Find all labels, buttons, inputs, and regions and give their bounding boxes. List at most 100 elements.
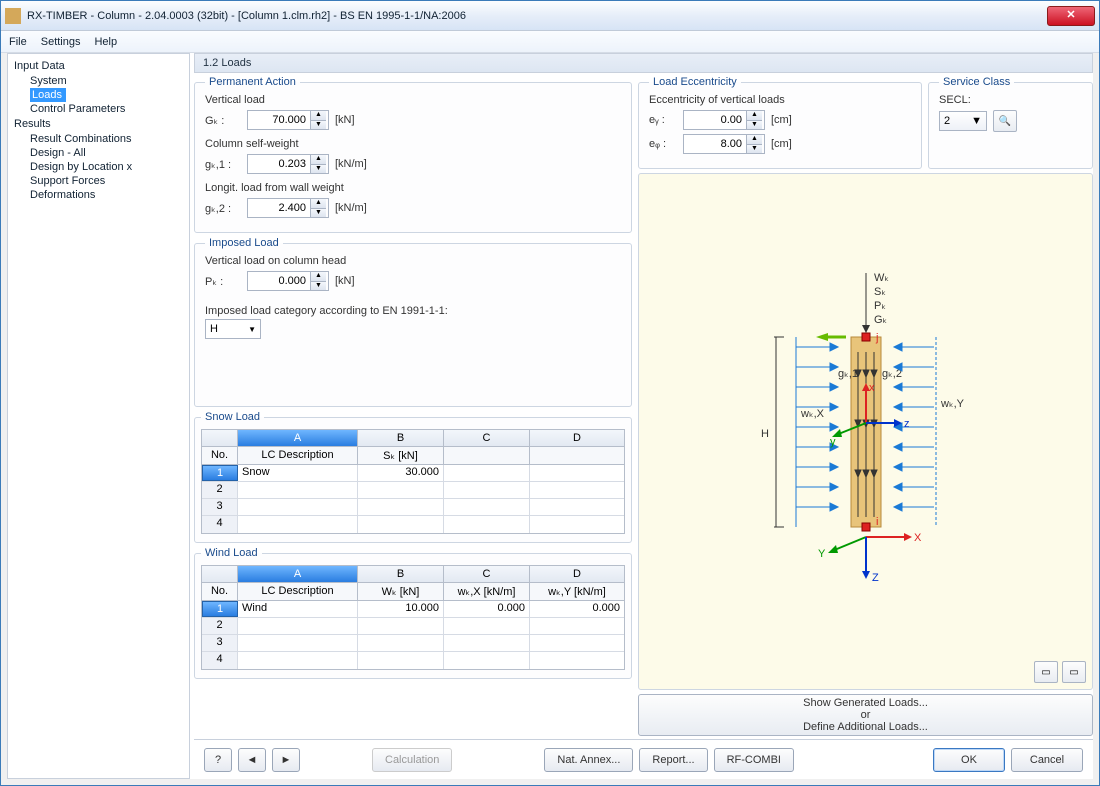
kn-unit2: [kN]: [335, 275, 355, 287]
column-diagram: j i Wₖ Sₖ Pₖ Gₖ: [706, 267, 1026, 597]
ecc-legend: Load Eccentricity: [649, 76, 741, 88]
eccentricity-panel: Load Eccentricity Eccentricity of vertic…: [638, 76, 922, 169]
wind-grid[interactable]: A B C D No. LC Description Wₖ [kN] wₖ,X …: [201, 565, 625, 670]
nav-tree: Input Data System Loads Control Paramete…: [7, 53, 190, 779]
spin-up-icon[interactable]: ▲: [310, 155, 326, 165]
tree-loads[interactable]: Loads: [30, 88, 66, 102]
svc-legend: Service Class: [939, 76, 1014, 88]
ez-input[interactable]: ▲▼: [683, 134, 765, 154]
window-title: RX-TIMBER - Column - 2.04.0003 (32bit) -…: [27, 10, 1047, 22]
diagram-view-button-1[interactable]: ▭: [1034, 661, 1058, 683]
svg-text:j: j: [875, 332, 878, 344]
gk1-label: gₖ,1 :: [205, 158, 241, 171]
gk1-input[interactable]: ▲▼: [247, 154, 329, 174]
spin-down-icon[interactable]: ▼: [310, 165, 326, 174]
generated-loads-button[interactable]: Show Generated Loads... or Define Additi…: [638, 694, 1093, 736]
menu-file[interactable]: File: [9, 36, 27, 48]
gk-input[interactable]: ▲▼: [247, 110, 329, 130]
page-title: 1.2 Loads: [194, 53, 1093, 73]
diagram-panel: j i Wₖ Sₖ Pₖ Gₖ: [638, 173, 1093, 690]
spin-up-icon[interactable]: ▲: [310, 199, 326, 209]
svg-text:Y: Y: [818, 548, 826, 560]
prev-button[interactable]: ◄: [238, 748, 266, 772]
knm-unit: [kN/m]: [335, 158, 367, 170]
svg-text:Z: Z: [872, 572, 879, 584]
svg-text:X: X: [914, 532, 922, 544]
tree-deformations[interactable]: Deformations: [10, 188, 187, 202]
titlebar: RX-TIMBER - Column - 2.04.0003 (32bit) -…: [1, 1, 1099, 31]
col-self-weight-label: Column self-weight: [205, 138, 621, 150]
snow-grid[interactable]: A B C D No. LC Description Sₖ [kN]: [201, 429, 625, 534]
svc-combo[interactable]: 2▼: [939, 111, 987, 131]
tree-results[interactable]: Results: [10, 116, 187, 132]
rf-combi-button[interactable]: RF-COMBI: [714, 748, 794, 772]
pk-label: Pₖ :: [205, 275, 241, 288]
ey-input[interactable]: ▲▼: [683, 110, 765, 130]
spin-down-icon[interactable]: ▼: [310, 282, 326, 291]
snow-legend: Snow Load: [201, 411, 264, 423]
tree-result-combinations[interactable]: Result Combinations: [10, 132, 187, 146]
service-class-panel: Service Class SECL: 2▼ 🔍: [928, 76, 1093, 169]
next-button[interactable]: ►: [272, 748, 300, 772]
nat-annex-button[interactable]: Nat. Annex...: [544, 748, 633, 772]
calculation-button[interactable]: Calculation: [372, 748, 452, 772]
ok-button[interactable]: OK: [933, 748, 1005, 772]
pk-input[interactable]: ▲▼: [247, 271, 329, 291]
wind-legend: Wind Load: [201, 547, 262, 559]
ey-label: eᵧ :: [649, 114, 677, 126]
diagram-view-button-2[interactable]: ▭: [1062, 661, 1086, 683]
app-icon: [5, 8, 21, 24]
spin-up-icon[interactable]: ▲: [310, 111, 326, 121]
tree-design-x[interactable]: Design by Location x: [10, 160, 187, 174]
tree-control-parameters[interactable]: Control Parameters: [10, 102, 187, 116]
kn-unit: [kN]: [335, 114, 355, 126]
menubar: File Settings Help: [1, 31, 1099, 53]
knm-unit2: [kN/m]: [335, 202, 367, 214]
gk2-input[interactable]: ▲▼: [247, 198, 329, 218]
svg-text:wₖ,X: wₖ,X: [800, 408, 825, 420]
close-button[interactable]: ✕: [1047, 6, 1095, 26]
spin-up-icon[interactable]: ▲: [310, 272, 326, 282]
svg-text:Pₖ: Pₖ: [874, 300, 886, 312]
spin-down-icon[interactable]: ▼: [310, 121, 326, 130]
tree-support-forces[interactable]: Support Forces: [10, 174, 187, 188]
gk2-label: gₖ,2 :: [205, 202, 241, 215]
spin-down-icon[interactable]: ▼: [746, 145, 762, 154]
imposed-legend: Imposed Load: [205, 237, 283, 249]
chevron-down-icon: ▼: [248, 325, 256, 334]
spin-up-icon[interactable]: ▲: [746, 111, 762, 121]
spin-down-icon[interactable]: ▼: [746, 121, 762, 130]
svg-text:x: x: [869, 382, 875, 394]
vertical-head-label: Vertical load on column head: [205, 255, 621, 267]
cancel-button[interactable]: Cancel: [1011, 748, 1083, 772]
ecc-title: Eccentricity of vertical loads: [649, 94, 911, 106]
help-button[interactable]: ?: [204, 748, 232, 772]
imposed-load-panel: Imposed Load Vertical load on column hea…: [194, 237, 632, 407]
tree-input-data[interactable]: Input Data: [10, 58, 187, 74]
svg-text:Wₖ: Wₖ: [874, 272, 889, 284]
chevron-down-icon: ▼: [971, 115, 982, 127]
tree-system[interactable]: System: [10, 74, 187, 88]
menu-settings[interactable]: Settings: [41, 36, 81, 48]
category-label: Imposed load category according to EN 19…: [205, 305, 621, 317]
longit-label: Longit. load from wall weight: [205, 182, 621, 194]
spin-down-icon[interactable]: ▼: [310, 209, 326, 218]
category-combo[interactable]: H▼: [205, 319, 261, 339]
footer: ? ◄ ► Calculation Nat. Annex... Report..…: [194, 739, 1093, 779]
permanent-legend: Permanent Action: [205, 76, 300, 88]
svg-text:z: z: [904, 418, 910, 430]
snow-load-panel: Snow Load A B C D No. LC Desc: [194, 411, 632, 543]
gk-label: Gₖ :: [205, 114, 241, 127]
svg-text:Gₖ: Gₖ: [874, 314, 887, 326]
menu-help[interactable]: Help: [94, 36, 117, 48]
svg-text:gₖ,1: gₖ,1: [838, 368, 858, 380]
wind-load-panel: Wind Load A B C D No. LC Desc: [194, 547, 632, 679]
cm-unit2: [cm]: [771, 138, 792, 150]
report-button[interactable]: Report...: [639, 748, 707, 772]
spin-up-icon[interactable]: ▲: [746, 135, 762, 145]
svg-text:y: y: [830, 436, 836, 448]
svg-text:H: H: [761, 428, 769, 440]
tree-design-all[interactable]: Design - All: [10, 146, 187, 160]
svc-info-button[interactable]: 🔍: [993, 110, 1017, 132]
svg-text:wₖ,Y: wₖ,Y: [940, 398, 965, 410]
